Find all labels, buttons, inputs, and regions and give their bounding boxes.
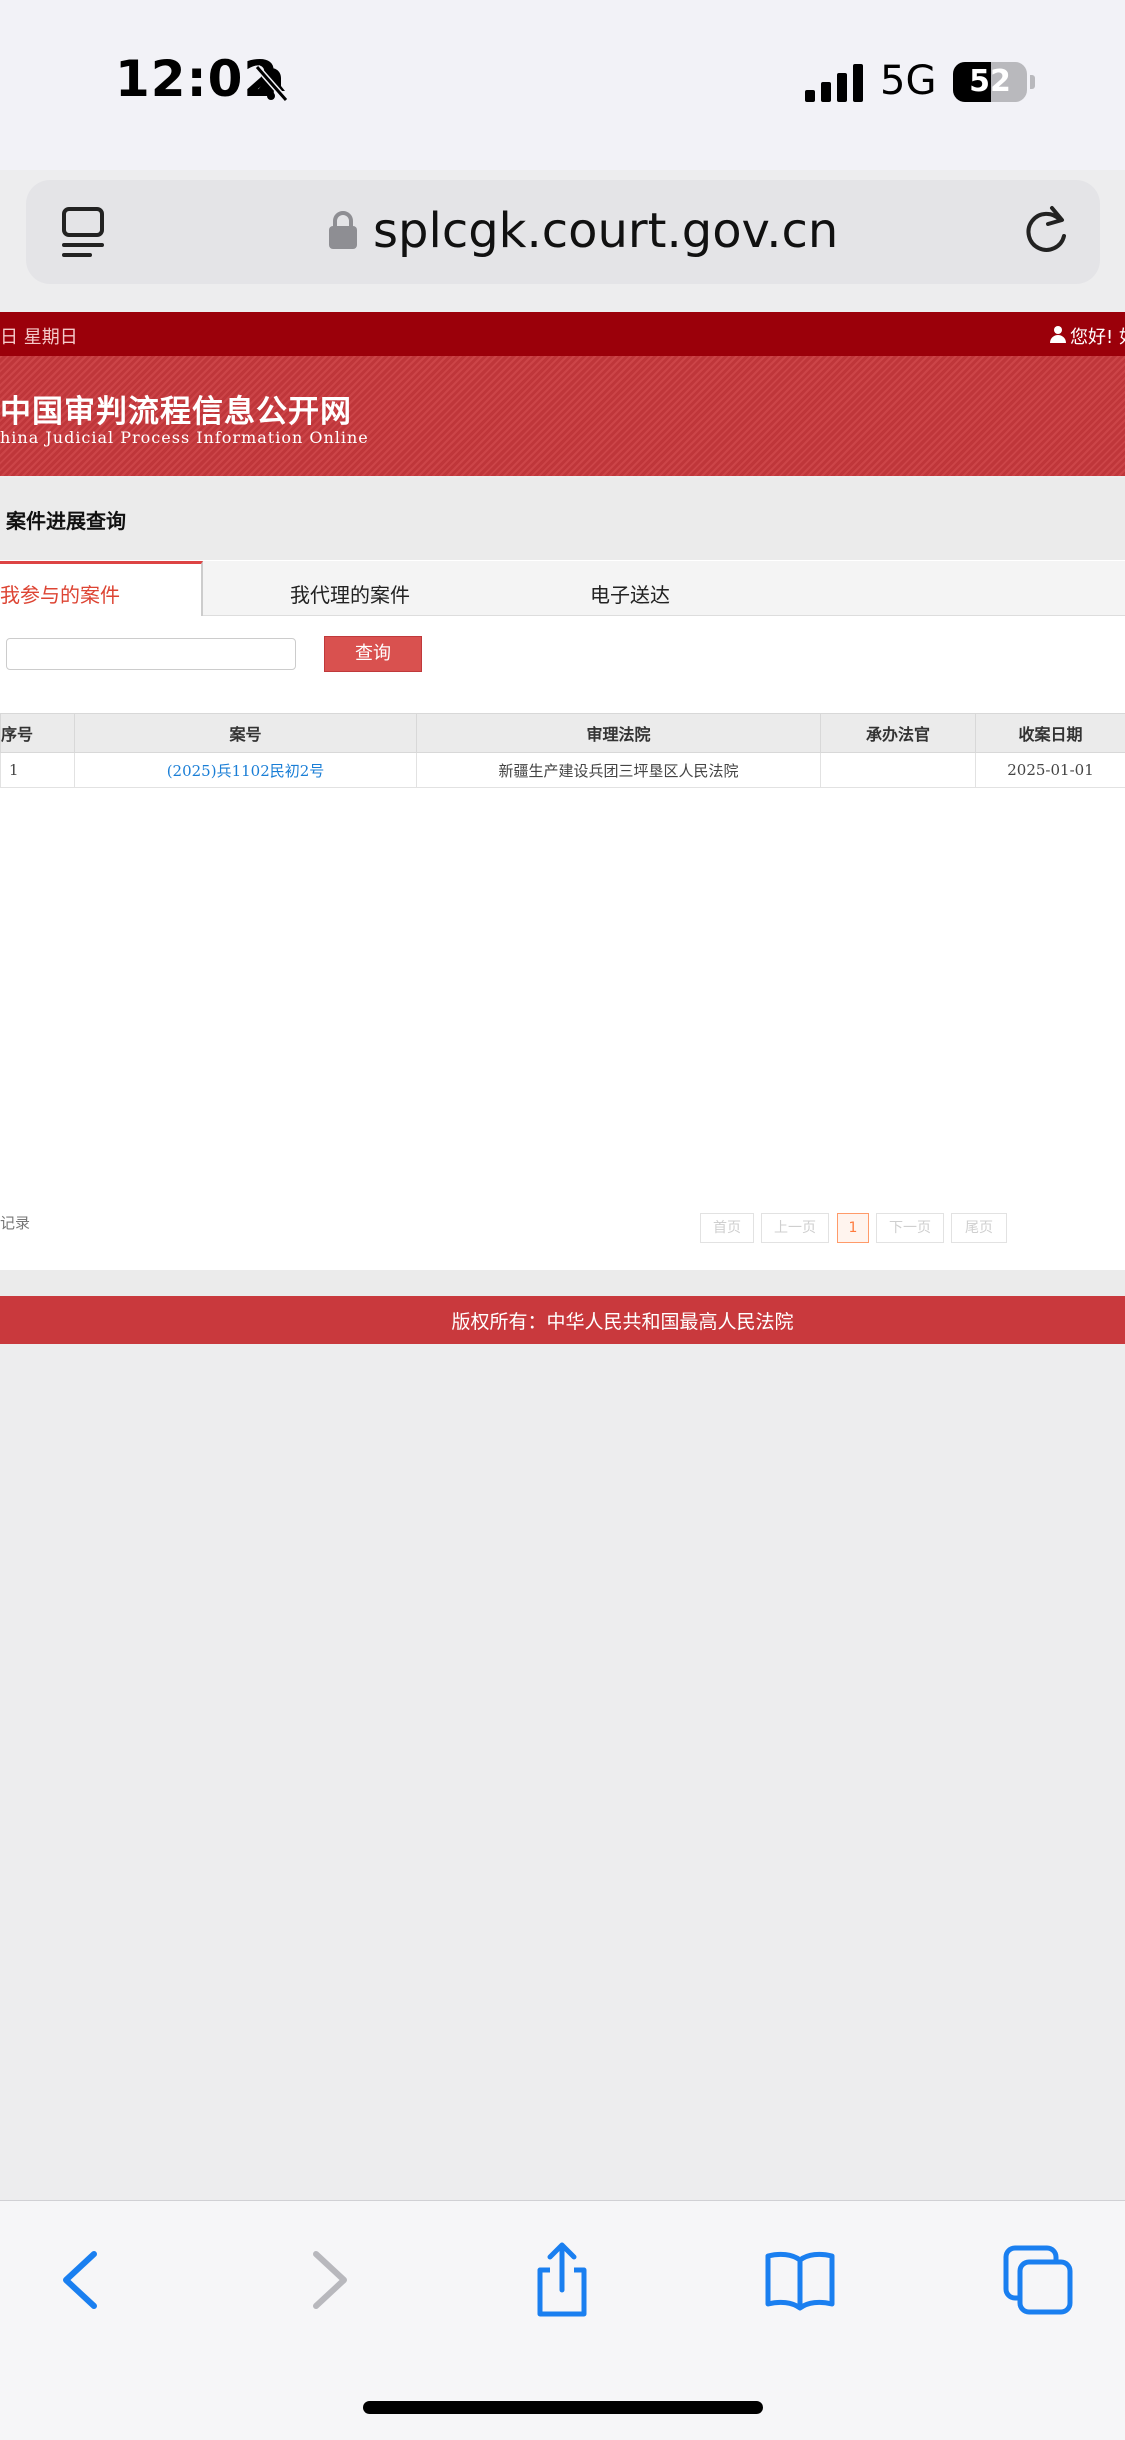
footer-copyright: 版权所有：中华人民共和国最高人民法院 (0, 1307, 1125, 1334)
header-judge: 承办法官 (821, 714, 976, 753)
tab-my-cases[interactable]: 我参与的案件 (0, 579, 120, 608)
tab-e-delivery[interactable]: 电子送达 (590, 579, 670, 608)
url-text[interactable]: splcgk.court.gov.cn (373, 203, 838, 259)
share-icon[interactable] (522, 2240, 602, 2320)
case-table: 序号 案号 审理法院 承办法官 收案日期 1 (2025)兵1102民初2号 新… (0, 713, 1125, 788)
site-top-bar (0, 312, 1125, 356)
battery-tip (1030, 75, 1035, 89)
signal-icon (805, 64, 865, 102)
cell-filing-date: 2025-01-01 (976, 753, 1125, 788)
user-greeting[interactable]: 您好! 如 (1070, 323, 1125, 349)
section-title: 案件进展查询 (6, 505, 126, 534)
cell-court: 新疆生产建设兵团三坪垦区人民法院 (417, 753, 821, 788)
current-page-button[interactable]: 1 (837, 1213, 869, 1243)
site-title: 中国审判流程信息公开网 (0, 386, 352, 431)
table-header-row: 序号 案号 审理法院 承办法官 收案日期 (1, 714, 1125, 753)
cell-index: 1 (1, 753, 75, 788)
user-icon (1050, 325, 1066, 343)
cell-case-number[interactable]: (2025)兵1102民初2号 (75, 753, 417, 788)
section-header (0, 478, 1125, 560)
site-subtitle: hina Judicial Process Information Online (0, 428, 369, 447)
search-input[interactable] (6, 638, 296, 670)
battery-level: 52 (953, 62, 1027, 102)
footer-spacer (0, 1270, 1125, 1296)
first-page-button[interactable]: 首页 (700, 1213, 754, 1243)
forward-icon[interactable] (286, 2240, 366, 2320)
header-case-number: 案号 (75, 714, 417, 753)
cell-judge (821, 753, 976, 788)
tab-agent-cases[interactable]: 我代理的案件 (290, 579, 410, 608)
back-icon[interactable] (44, 2240, 124, 2320)
header-index: 序号 (1, 714, 75, 753)
last-page-button[interactable]: 尾页 (951, 1213, 1007, 1243)
table-row: 1 (2025)兵1102民初2号 新疆生产建设兵团三坪垦区人民法院 2025-… (1, 753, 1125, 788)
next-page-button[interactable]: 下一页 (876, 1213, 944, 1243)
records-count: 记录 (0, 1212, 30, 1233)
tabs-icon[interactable] (998, 2240, 1078, 2320)
bookmarks-icon[interactable] (760, 2240, 840, 2320)
header-filing-date: 收案日期 (976, 714, 1125, 753)
search-button[interactable]: 查询 (324, 636, 422, 672)
header-court: 审理法院 (417, 714, 821, 753)
reader-mode-icon[interactable] (60, 205, 106, 261)
network-type: 5G (880, 58, 936, 104)
battery-icon: 52 (953, 62, 1027, 102)
home-indicator (363, 2401, 763, 2414)
lock-icon (328, 210, 358, 250)
bell-muted-icon (250, 62, 292, 104)
prev-page-button[interactable]: 上一页 (761, 1213, 829, 1243)
date-text: 日 星期日 (0, 323, 78, 349)
case-number-link[interactable]: (2025)兵1102民初2号 (167, 762, 325, 780)
reload-icon[interactable] (1020, 202, 1072, 258)
